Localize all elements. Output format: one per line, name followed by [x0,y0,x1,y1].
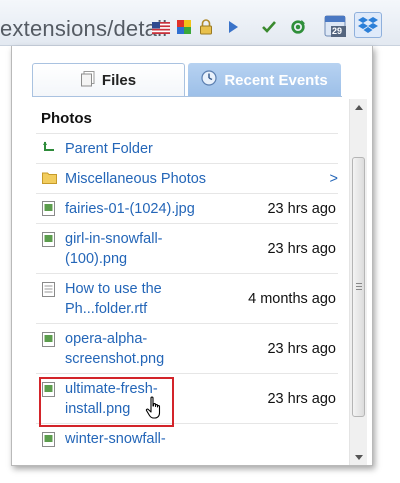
popup-tabs: Files Recent Events [32,63,342,97]
list-item-name-line1: girl-in-snowfall- [65,231,163,247]
text-file-icon [42,282,56,297]
tab-files[interactable]: Files [32,63,185,97]
section-title: Photos [36,104,338,134]
list-item-file[interactable]: girl-in-snowfall- (100).png 23 hrs ago [36,224,338,274]
scrollbar-thumb[interactable] [352,157,365,417]
list-item-name[interactable]: Miscellaneous Photos [65,169,206,189]
list-item-file[interactable]: winter-snowfall- [36,424,338,465]
calendar-badge: 29 [332,26,343,36]
list-item-name[interactable]: girl-in-snowfall- (100).png [65,229,163,269]
list-item-modified: 23 hrs ago [267,241,336,257]
list-item-name-line1: How to use the [65,281,162,297]
list-item-modified: 23 hrs ago [267,201,336,217]
list-item-file[interactable]: opera-alpha- screenshot.png 23 hrs ago [36,324,338,374]
list-item-name[interactable]: How to use the Ph...folder.rtf [65,279,162,319]
tab-underline [32,96,342,97]
list-item-parent-folder[interactable]: Parent Folder [36,134,338,164]
list-item-file[interactable]: fairies-01-(1024).jpg 23 hrs ago [36,194,338,224]
list-item-name-line2: Ph...folder.rtf [65,301,148,317]
list-item-file[interactable]: How to use the Ph...folder.rtf 4 months … [36,274,338,324]
list-item-name[interactable]: winter-snowfall- [65,429,166,449]
image-file-icon [42,332,56,347]
scroll-down-arrow-icon[interactable] [350,449,368,465]
list-item-name-line1: opera-alpha- [65,331,148,347]
refresh-icon[interactable] [290,19,306,35]
list-item-name-line2: (100).png [65,251,128,267]
list-item-folder[interactable]: Miscellaneous Photos > [36,164,338,194]
list-item-name-line2: screenshot.png [65,351,165,367]
color-squares-icon[interactable] [176,19,192,35]
image-file-icon [42,201,56,216]
browser-toolbar: extensions/detail 29 [0,0,400,46]
popup-scrollbar[interactable] [349,99,367,465]
tab-recent-events-label: Recent Events [224,71,328,89]
image-file-icon [42,432,56,447]
calendar-icon[interactable]: 29 [323,14,347,38]
tab-recent-events[interactable]: Recent Events [188,63,341,97]
chevron-right-icon[interactable]: > [330,169,338,189]
list-item-name[interactable]: fairies-01-(1024).jpg [65,199,195,219]
folder-icon [42,171,57,185]
list-item-modified: 4 months ago [248,291,336,307]
clock-icon [201,70,217,90]
lock-icon[interactable] [198,19,214,35]
flag-icon[interactable] [152,22,170,34]
play-icon[interactable] [225,19,241,35]
dropbox-popup: Files Recent Events Photos Parent Folder… [11,46,373,466]
tab-files-label: Files [101,72,137,89]
image-file-icon [42,232,56,247]
list-item-modified: 23 hrs ago [267,341,336,357]
parent-folder-icon [42,141,56,155]
list-item-modified: 23 hrs ago [267,391,336,407]
hand-cursor-icon [145,396,165,420]
checkmark-icon[interactable] [261,19,277,35]
scrollbar-grip-icon [356,283,362,290]
list-item-name[interactable]: Parent Folder [65,139,153,159]
files-icon [80,70,95,91]
list-item-name[interactable]: opera-alpha- screenshot.png [65,329,164,369]
dropbox-icon[interactable] [354,12,382,38]
list-item-name-line1: winter-snowfall- [65,431,166,447]
scroll-up-arrow-icon[interactable] [350,99,368,115]
address-bar-text[interactable]: extensions/detail [0,14,167,44]
